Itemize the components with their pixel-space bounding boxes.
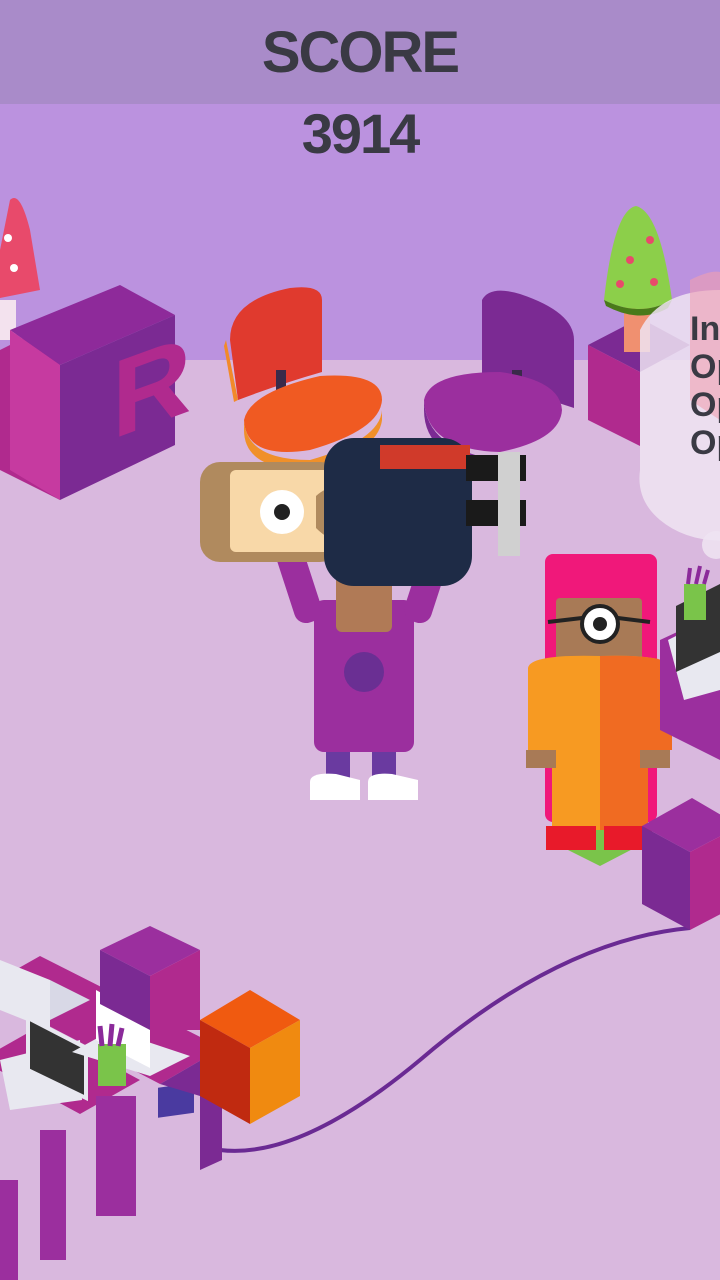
speech-bubble-text: In Op Op Op [690, 310, 720, 462]
game-stage[interactable]: R In O O O SCORE 3914 [0, 0, 720, 1280]
speech-line: Op [690, 348, 720, 386]
seated-worker-glasses[interactable] [526, 554, 672, 866]
score-header: SCORE [0, 0, 720, 104]
speech-line: Op [690, 424, 720, 462]
speech-line: In [690, 310, 720, 348]
score-value: 3914 [301, 102, 421, 165]
speech-line: Op [690, 386, 720, 424]
score-label: SCORE [261, 19, 460, 85]
office-scene[interactable]: R [0, 0, 720, 1280]
